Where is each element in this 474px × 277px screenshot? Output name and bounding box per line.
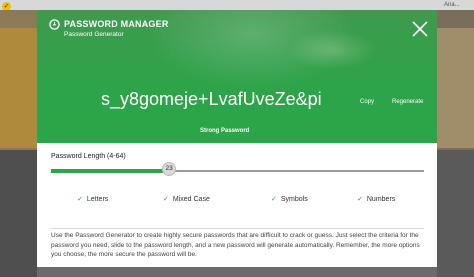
password-manager-logo-icon <box>49 19 60 30</box>
option-symbols[interactable]: ✓ Symbols <box>271 195 308 203</box>
option-numbers[interactable]: ✓ Numbers <box>357 195 395 203</box>
strength-label: Strong Password <box>200 128 250 134</box>
option-label: Letters <box>86 196 109 203</box>
password-generator-dialog: PASSWORD MANAGER Password Generator s_y8… <box>37 10 437 267</box>
option-letters[interactable]: ✓ Letters <box>77 195 108 203</box>
generated-password[interactable]: s_y8gomeje+LvafUveZe&pi <box>101 89 322 110</box>
options-row: ✓ Letters ✓ Mixed Case ✓ Symbols ✓ Numbers <box>37 195 437 207</box>
checkmark-icon: ✓ <box>77 196 83 203</box>
close-icon[interactable] <box>411 20 429 38</box>
divider <box>51 228 424 229</box>
background-topbar: ✓ Ana... <box>0 0 474 11</box>
checkmark-icon: ✓ <box>357 196 363 203</box>
password-length-label: Password Length (4-64) <box>51 153 126 160</box>
background-right-panel <box>437 10 474 277</box>
option-label: Mixed Case <box>172 196 210 203</box>
length-slider-thumb[interactable]: 23 <box>162 162 177 176</box>
app-subtitle: Password Generator <box>64 31 124 38</box>
description-text: Use the Password Generator to create hig… <box>51 232 420 258</box>
dialog-header: PASSWORD MANAGER Password Generator s_y8… <box>37 10 437 143</box>
option-mixed-case[interactable]: ✓ Mixed Case <box>163 195 210 203</box>
background-left-panel <box>0 10 37 277</box>
copy-button[interactable]: Copy <box>360 99 374 105</box>
option-label: Symbols <box>280 196 308 203</box>
checkmark-icon: ✓ <box>163 196 169 203</box>
length-slider-fill <box>51 169 170 173</box>
background-corner-text: Ana... <box>444 2 460 8</box>
regenerate-button[interactable]: Regenerate <box>392 99 423 105</box>
checkmark-icon: ✓ <box>271 196 277 203</box>
app-title: PASSWORD MANAGER <box>64 19 169 29</box>
option-label: Numbers <box>366 196 396 203</box>
